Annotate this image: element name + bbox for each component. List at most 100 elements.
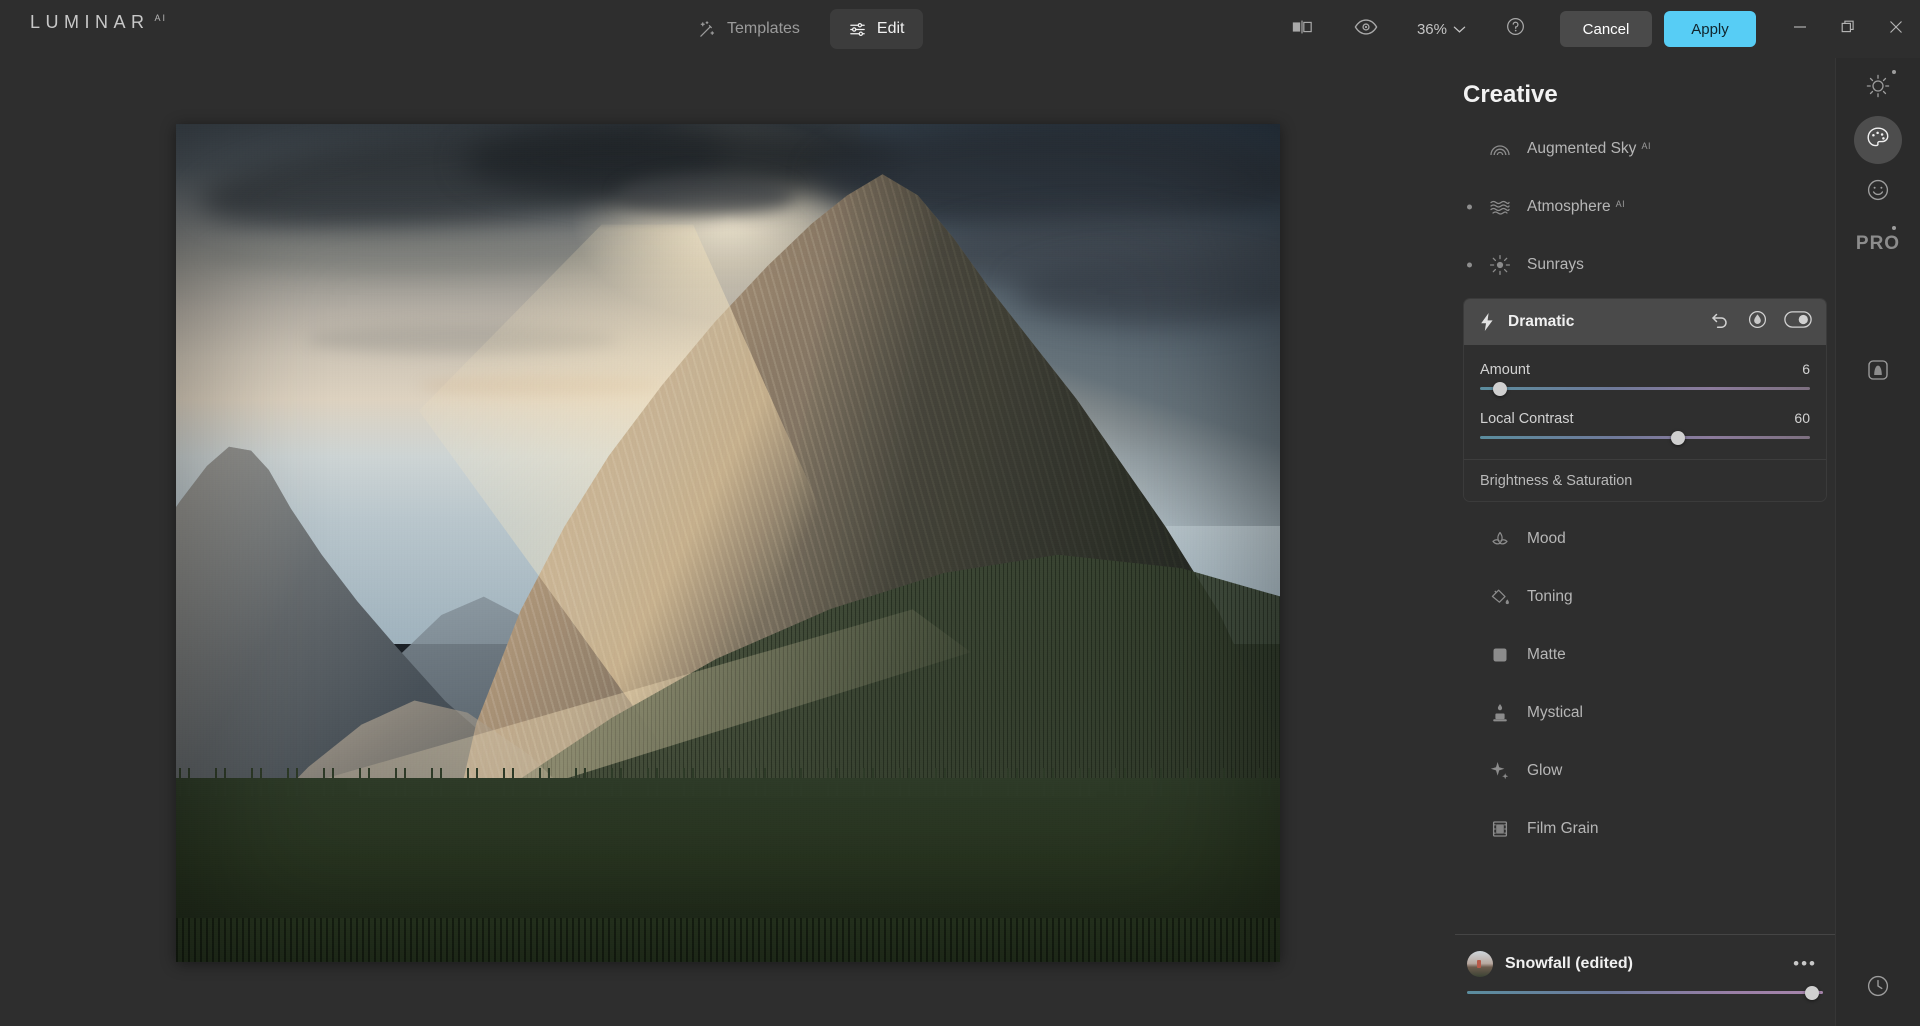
window-maximize-button[interactable]: [1824, 0, 1872, 58]
minimize-icon: [1793, 20, 1807, 38]
photo-cloud: [209, 233, 595, 275]
split-view-icon: [1291, 18, 1313, 41]
question-circle-icon: [1505, 16, 1526, 42]
category-toning[interactable]: Toning: [1455, 568, 1835, 626]
undo-arrow-icon[interactable]: [1711, 311, 1731, 334]
zoom-level-selector[interactable]: 36%: [1409, 21, 1474, 38]
subsection-label: Brightness & Saturation: [1480, 473, 1632, 489]
slider-local-contrast-label: Local Contrast: [1480, 411, 1574, 427]
panel-scroll-region[interactable]: Augmented Sky AI Atmosphere A: [1455, 120, 1835, 934]
category-name: Mood: [1527, 530, 1566, 548]
slider-amount-track[interactable]: [1480, 387, 1810, 390]
slider-amount-value: 6: [1802, 361, 1810, 377]
category-mood[interactable]: Mood: [1455, 510, 1835, 568]
category-atmosphere[interactable]: Atmosphere AI: [1455, 178, 1835, 236]
compare-button[interactable]: [1279, 6, 1325, 52]
sparkle-star-icon: [1485, 758, 1515, 784]
category-label: Matte: [1527, 646, 1566, 664]
toggle-on-icon[interactable]: [1784, 311, 1812, 333]
tab-templates-label: Templates: [727, 20, 800, 38]
rail-item-essentials[interactable]: [1854, 64, 1902, 112]
photo-viewport[interactable]: [176, 124, 1280, 962]
rail-item-pro[interactable]: PRO: [1854, 220, 1902, 268]
photo-treeline-texture: [176, 918, 1280, 962]
preset-amount-track[interactable]: [1467, 991, 1823, 994]
category-sunrays[interactable]: Sunrays: [1455, 236, 1835, 294]
tool-card-title: Dramatic: [1508, 313, 1711, 331]
panel-title: Creative: [1463, 81, 1558, 109]
app-logo: LUMINAR AI: [30, 12, 167, 33]
preset-name: Snowfall (edited): [1505, 955, 1775, 973]
window-close-button[interactable]: [1872, 0, 1920, 58]
sparkle-wand-icon: [698, 20, 717, 39]
category-film-grain[interactable]: Film Grain: [1455, 800, 1835, 858]
category-label: Mystical: [1527, 704, 1583, 722]
slider-amount-label: Amount: [1480, 362, 1530, 378]
rail-item-history[interactable]: [1854, 964, 1902, 1012]
pro-label: PRO: [1856, 233, 1900, 255]
fog-waves-icon: [1485, 194, 1515, 220]
rail-item-creative[interactable]: [1854, 116, 1902, 164]
preset-amount-knob[interactable]: [1805, 986, 1819, 1000]
slider-local-contrast-value: 60: [1794, 410, 1810, 426]
tool-rail: PRO: [1835, 58, 1920, 1026]
canvas-area[interactable]: [0, 58, 1465, 1026]
tool-card-body: Amount 6 Local Contrast 60: [1464, 345, 1826, 459]
brand-name: LUMINAR: [30, 12, 150, 33]
zoom-level-value: 36%: [1417, 21, 1447, 38]
tab-edit-label: Edit: [877, 20, 905, 38]
category-label: Mood: [1527, 530, 1566, 548]
subsection-brightness-saturation[interactable]: Brightness & Saturation: [1464, 459, 1826, 501]
category-glow[interactable]: Glow: [1455, 742, 1835, 800]
category-name: Film Grain: [1527, 820, 1598, 838]
category-augmented-sky[interactable]: Augmented Sky AI: [1455, 120, 1835, 178]
slider-local-contrast-knob[interactable]: [1671, 431, 1685, 445]
category-name: Glow: [1527, 762, 1562, 780]
lightning-bolt-icon: [1478, 312, 1496, 332]
creative-panel: Creative Augmented Sky AI: [1455, 58, 1835, 1026]
edited-photo: [176, 124, 1280, 962]
tool-card-header[interactable]: Dramatic: [1464, 299, 1826, 345]
app-header: LUMINAR AI Templates: [0, 0, 1920, 58]
category-name: Sunrays: [1527, 256, 1584, 274]
clock-icon: [1865, 973, 1891, 1004]
preview-toggle-button[interactable]: [1343, 6, 1389, 52]
tab-templates[interactable]: Templates: [680, 9, 818, 49]
category-mystical[interactable]: Mystical: [1455, 684, 1835, 742]
preset-row[interactable]: Snowfall (edited) •••: [1467, 951, 1823, 977]
window-minimize-button[interactable]: [1776, 0, 1824, 58]
rail-item-portrait[interactable]: [1854, 168, 1902, 216]
help-button[interactable]: [1492, 6, 1538, 52]
category-ai-badge: AI: [1616, 199, 1626, 209]
rail-item-canvas[interactable]: [1854, 348, 1902, 396]
masking-brush-icon[interactable]: [1747, 309, 1768, 335]
category-label: Toning: [1527, 588, 1573, 606]
eye-icon: [1354, 18, 1378, 41]
slider-amount-header: Amount 6: [1480, 361, 1810, 378]
lotus-icon: [1485, 526, 1515, 552]
category-name: Mystical: [1527, 704, 1583, 722]
smiley-icon: [1865, 177, 1891, 208]
rainbow-arc-icon: [1485, 136, 1515, 162]
photo-treeline: [176, 778, 1280, 962]
header-right-tools: 36% Cancel Apply: [1279, 0, 1920, 58]
category-name: Toning: [1527, 588, 1573, 606]
slider-amount-knob[interactable]: [1493, 382, 1507, 396]
tab-edit[interactable]: Edit: [830, 9, 923, 49]
category-ai-badge: AI: [1641, 141, 1651, 151]
slider-local-contrast-track[interactable]: [1480, 436, 1810, 439]
category-name: Matte: [1527, 646, 1566, 664]
category-label: Film Grain: [1527, 820, 1598, 838]
cancel-button[interactable]: Cancel: [1560, 11, 1652, 47]
palette-icon: [1865, 125, 1891, 156]
photo-cloud: [618, 174, 795, 216]
main-nav: Templates Edit: [680, 9, 923, 49]
close-icon: [1889, 20, 1903, 39]
preset-footer: Snowfall (edited) •••: [1455, 934, 1835, 1026]
apply-button[interactable]: Apply: [1664, 11, 1756, 47]
sliders-icon: [848, 20, 867, 39]
category-matte[interactable]: Matte: [1455, 626, 1835, 684]
category-label: Atmosphere AI: [1527, 198, 1625, 216]
ellipsis-icon[interactable]: •••: [1787, 954, 1823, 974]
brand-superscript: AI: [155, 13, 168, 23]
